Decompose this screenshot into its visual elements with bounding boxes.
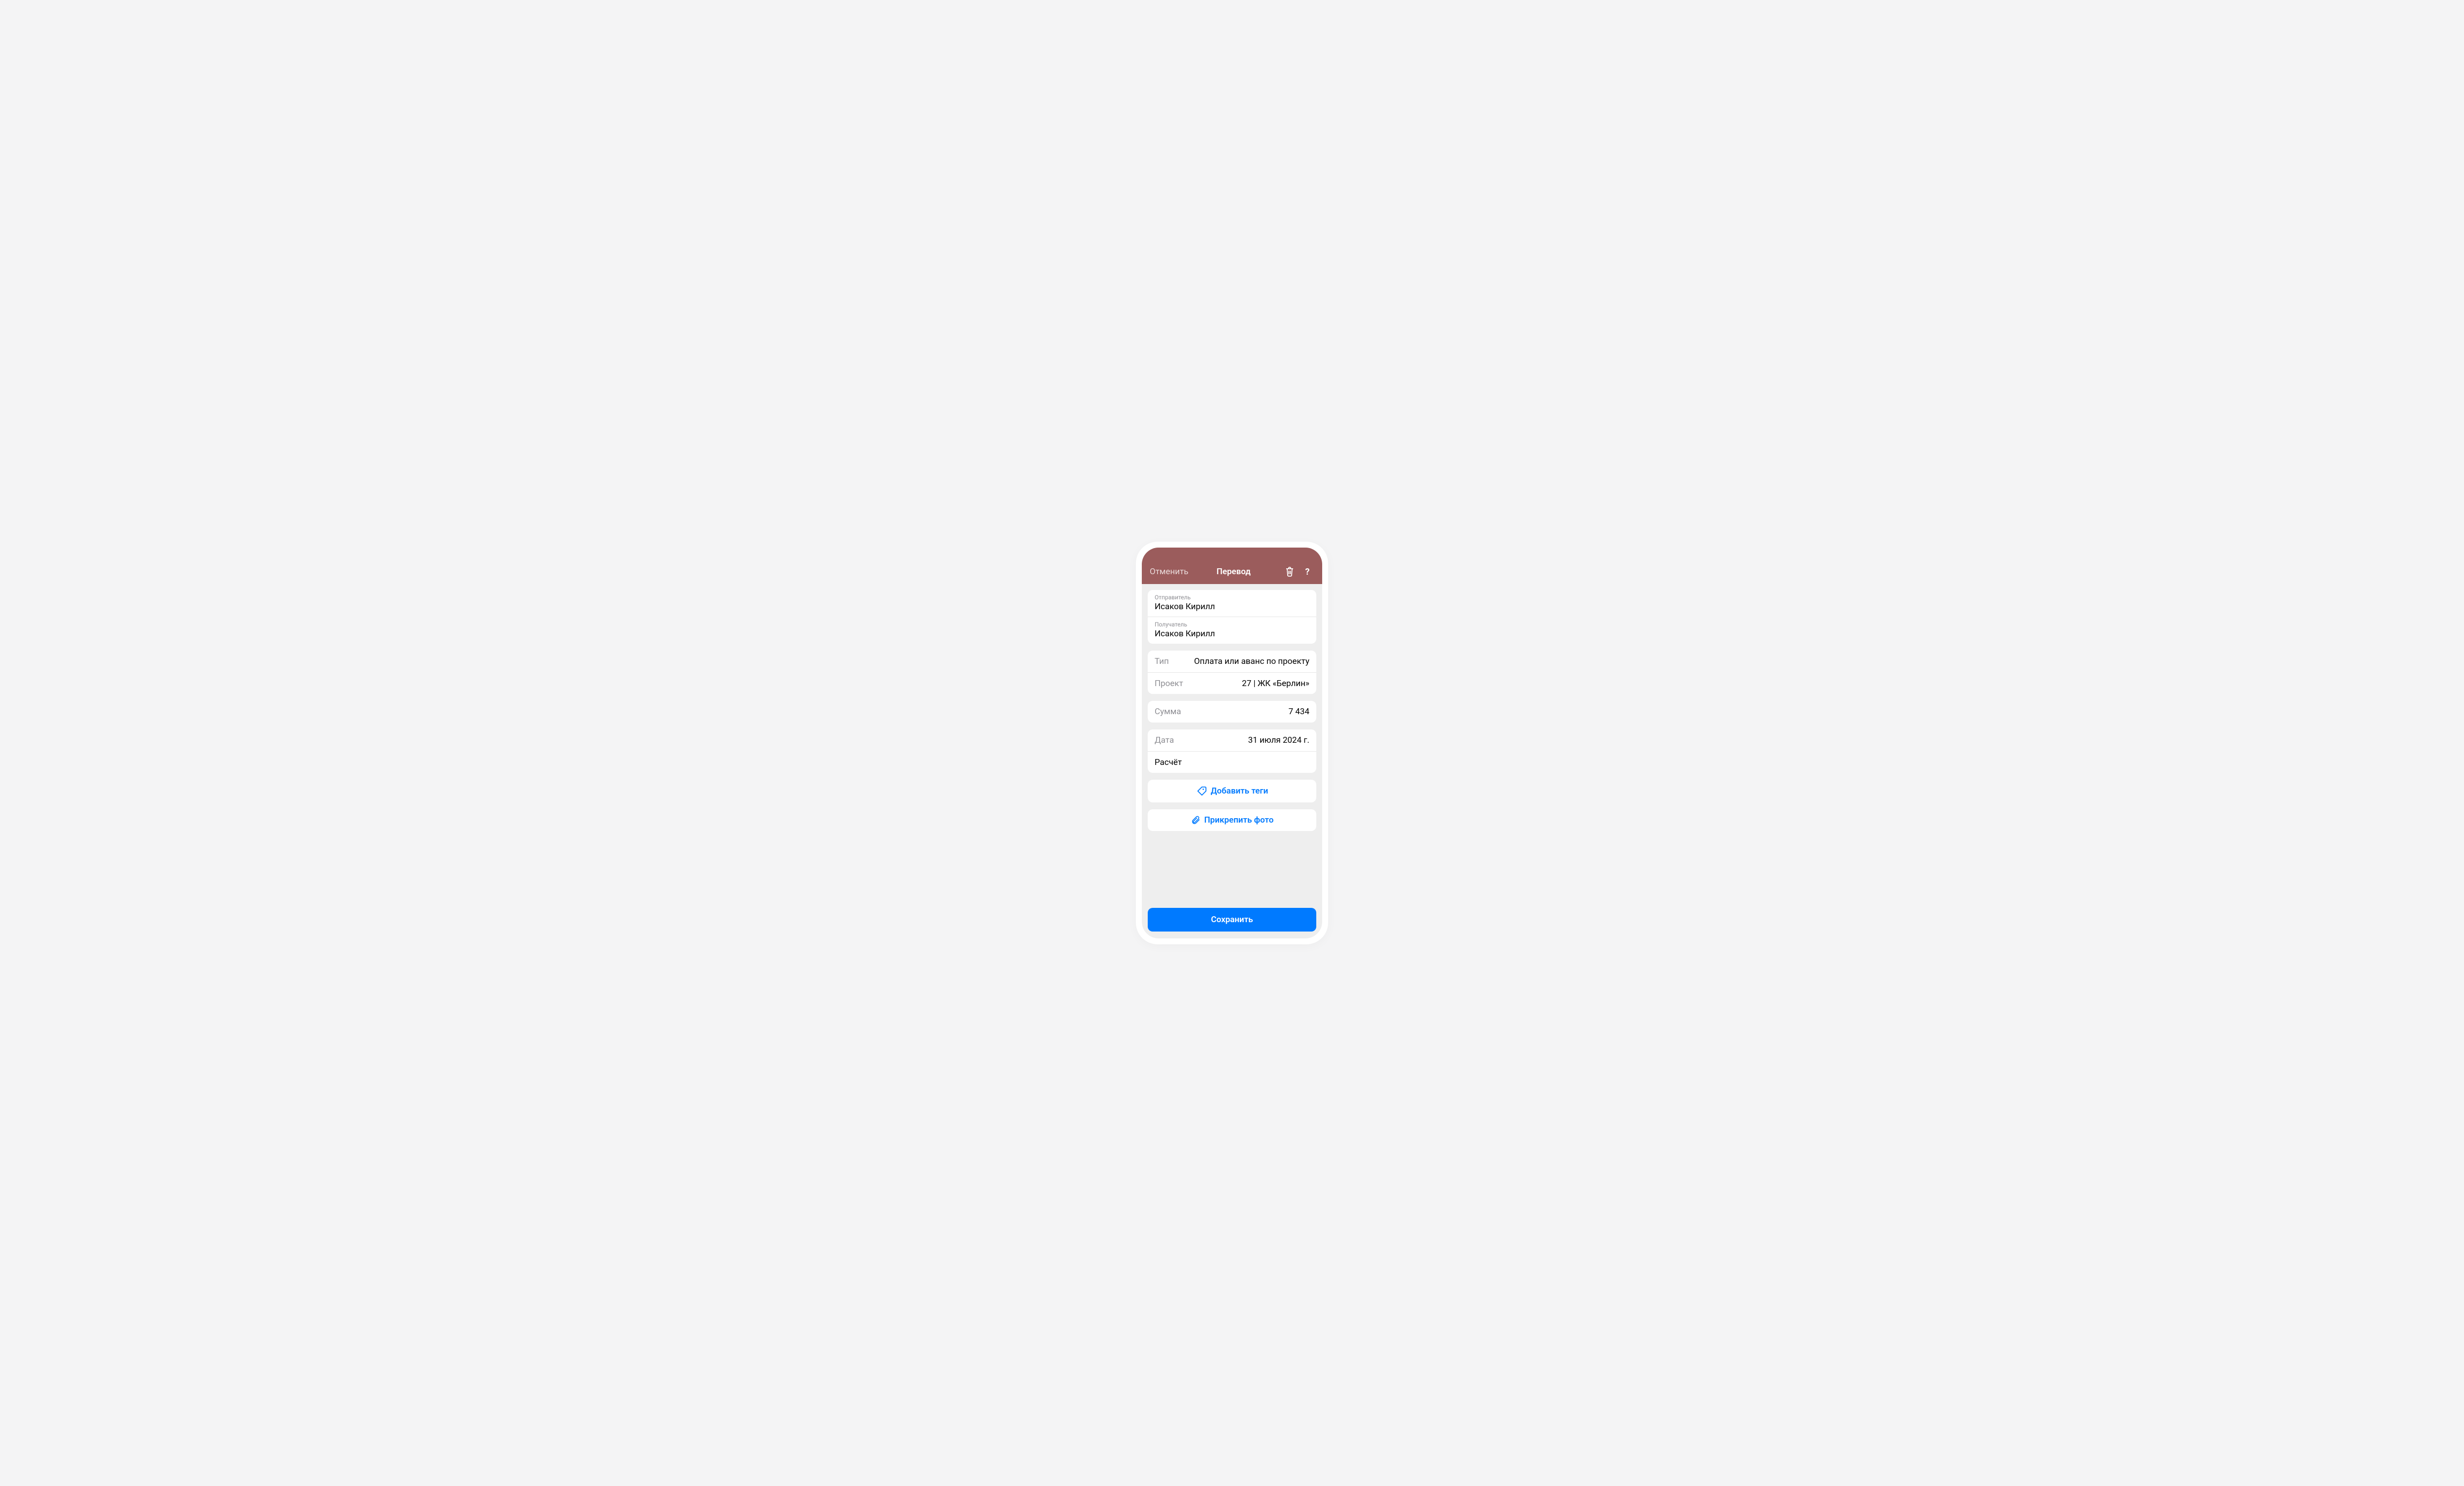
tag-icon bbox=[1196, 786, 1207, 796]
project-label: Проект bbox=[1155, 679, 1183, 689]
header: Отменить Перевод ? bbox=[1142, 548, 1322, 584]
type-field[interactable]: Тип Оплата или аванс по проекту bbox=[1148, 651, 1316, 672]
date-label: Дата bbox=[1155, 735, 1174, 745]
help-button[interactable]: ? bbox=[1300, 566, 1314, 577]
parties-card: Отправитель Исаков Кирилл Получатель Иса… bbox=[1148, 590, 1316, 644]
phone-frame: Отменить Перевод ? Отправитель Исаков К bbox=[1136, 542, 1328, 944]
question-icon: ? bbox=[1302, 566, 1312, 577]
project-value: 27 | ЖК «Берлин» bbox=[1242, 679, 1309, 689]
sender-value: Исаков Кирилл bbox=[1155, 602, 1309, 612]
type-label: Тип bbox=[1155, 657, 1169, 666]
recipient-value: Исаков Кирилл bbox=[1155, 629, 1309, 639]
add-tags-button[interactable]: Добавить теги bbox=[1148, 780, 1316, 802]
page-title: Перевод bbox=[1189, 567, 1279, 577]
trash-button[interactable] bbox=[1283, 566, 1297, 577]
type-value: Оплата или аванс по проекту bbox=[1194, 657, 1309, 666]
date-note-card: Дата 31 июля 2024 г. Расчёт bbox=[1148, 729, 1316, 773]
amount-value: 7 434 bbox=[1289, 707, 1309, 717]
attach-photo-button[interactable]: Прикрепить фото bbox=[1148, 809, 1316, 831]
footer: Сохранить bbox=[1142, 908, 1322, 938]
spacer bbox=[1148, 838, 1316, 902]
add-tags-label: Добавить теги bbox=[1211, 786, 1268, 796]
amount-card: Сумма 7 434 bbox=[1148, 701, 1316, 723]
note-value: Расчёт bbox=[1155, 758, 1182, 767]
paperclip-icon bbox=[1191, 815, 1200, 825]
svg-text:?: ? bbox=[1305, 567, 1310, 577]
cancel-button[interactable]: Отменить bbox=[1150, 567, 1189, 577]
type-project-card: Тип Оплата или аванс по проекту Проект 2… bbox=[1148, 651, 1316, 694]
date-field[interactable]: Дата 31 июля 2024 г. bbox=[1148, 729, 1316, 751]
sender-label: Отправитель bbox=[1155, 594, 1309, 601]
screen: Отменить Перевод ? Отправитель Исаков К bbox=[1142, 548, 1322, 938]
attach-photo-label: Прикрепить фото bbox=[1204, 815, 1274, 825]
content: Отправитель Исаков Кирилл Получатель Иса… bbox=[1142, 584, 1322, 908]
amount-label: Сумма bbox=[1155, 707, 1181, 717]
note-field[interactable]: Расчёт bbox=[1148, 751, 1316, 773]
project-field[interactable]: Проект 27 | ЖК «Берлин» bbox=[1148, 672, 1316, 694]
date-value: 31 июля 2024 г. bbox=[1248, 735, 1309, 745]
recipient-field[interactable]: Получатель Исаков Кирилл bbox=[1148, 617, 1316, 644]
trash-icon bbox=[1285, 566, 1295, 577]
sender-field[interactable]: Отправитель Исаков Кирилл bbox=[1148, 590, 1316, 617]
recipient-label: Получатель bbox=[1155, 621, 1309, 628]
amount-field[interactable]: Сумма 7 434 bbox=[1148, 701, 1316, 723]
save-button[interactable]: Сохранить bbox=[1148, 908, 1316, 932]
